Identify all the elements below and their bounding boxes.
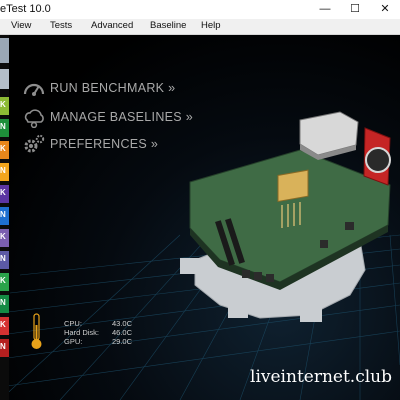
sidebar-tile-letter: N xyxy=(0,210,6,219)
menu-view[interactable]: View xyxy=(11,20,31,31)
disk-temp-value: 46.0C xyxy=(112,328,133,337)
menu-baseline[interactable]: Baseline xyxy=(150,20,186,31)
sidebar-tile-letter: K xyxy=(0,144,6,153)
run-benchmark-label: RUN BENCHMARK » xyxy=(50,81,176,95)
sidebar-tile-letter: K xyxy=(0,276,6,285)
watermark-text: liveinternet.club xyxy=(250,367,392,387)
menu-bar: View Tests Advanced Baseline Help xyxy=(0,19,400,35)
gpu-temp-label: GPU: xyxy=(64,337,83,346)
motherboard-illustration xyxy=(180,111,391,322)
sidebar-tile[interactable]: N xyxy=(0,251,9,269)
manage-baselines-label: MANAGE BASELINES » xyxy=(50,110,193,124)
sidebar-tile-letter: N xyxy=(0,166,6,175)
disk-temp-label: Hard Disk: xyxy=(64,328,100,337)
cloud-gear-icon xyxy=(24,109,44,128)
maximize-button[interactable]: ☐ xyxy=(340,0,370,19)
sidebar-tile[interactable]: N xyxy=(0,295,9,313)
sidebar-tile-letter: N xyxy=(0,122,6,131)
window-title: eTest 10.0 xyxy=(0,3,51,15)
temperature-panel: CPU: 43.0C Hard Disk: 46.0C GPU: 29.0C xyxy=(30,313,150,353)
sidebar-tile-letter: N xyxy=(0,254,6,263)
cpu-temp-value: 43.0C xyxy=(112,319,133,328)
close-button[interactable]: ✕ xyxy=(370,0,400,19)
sidebar-tile[interactable] xyxy=(0,69,9,89)
sidebar-tile-letter: K xyxy=(0,188,6,197)
menu-tests[interactable]: Tests xyxy=(50,20,72,31)
sidebar-tile-letter: K xyxy=(0,100,6,109)
gears-icon xyxy=(24,134,45,153)
sidebar-tile[interactable]: K xyxy=(0,273,9,291)
sidebar-tile[interactable]: N xyxy=(0,339,9,357)
minimize-button[interactable]: — xyxy=(310,0,340,19)
gpu-temp-value: 29.0C xyxy=(112,337,133,346)
sidebar-tile[interactable]: K xyxy=(0,317,9,335)
menu-help[interactable]: Help xyxy=(201,20,221,31)
sidebar-tile[interactable]: K xyxy=(0,229,9,247)
sidebar-tile[interactable]: K xyxy=(0,185,9,203)
sidebar-tile[interactable]: N xyxy=(0,207,9,225)
menu-advanced[interactable]: Advanced xyxy=(91,20,133,31)
cpu-temp-label: CPU: xyxy=(64,319,82,328)
title-bar: eTest 10.0 — ☐ ✕ xyxy=(0,0,400,19)
sidebar-tile-letter: K xyxy=(0,232,6,241)
preferences-label: PREFERENCES » xyxy=(50,137,159,151)
sidebar-tile[interactable]: K xyxy=(0,141,9,159)
sidebar-tile-letter: N xyxy=(0,298,6,307)
sidebar-tile[interactable]: N xyxy=(0,163,9,181)
sidebar: K N K N K N K N K N K N xyxy=(0,35,9,400)
sidebar-tile-letter: K xyxy=(0,320,6,329)
sidebar-tile-letter: N xyxy=(0,342,6,351)
sidebar-tile[interactable] xyxy=(0,38,9,63)
sidebar-tile[interactable]: K xyxy=(0,97,9,115)
thermometer-icon xyxy=(31,313,42,349)
main-panel: K N K N K N K N K N K N RUN BENCHMARK » … xyxy=(0,35,400,400)
sidebar-tile[interactable]: N xyxy=(0,119,9,137)
gauge-icon xyxy=(23,83,45,96)
